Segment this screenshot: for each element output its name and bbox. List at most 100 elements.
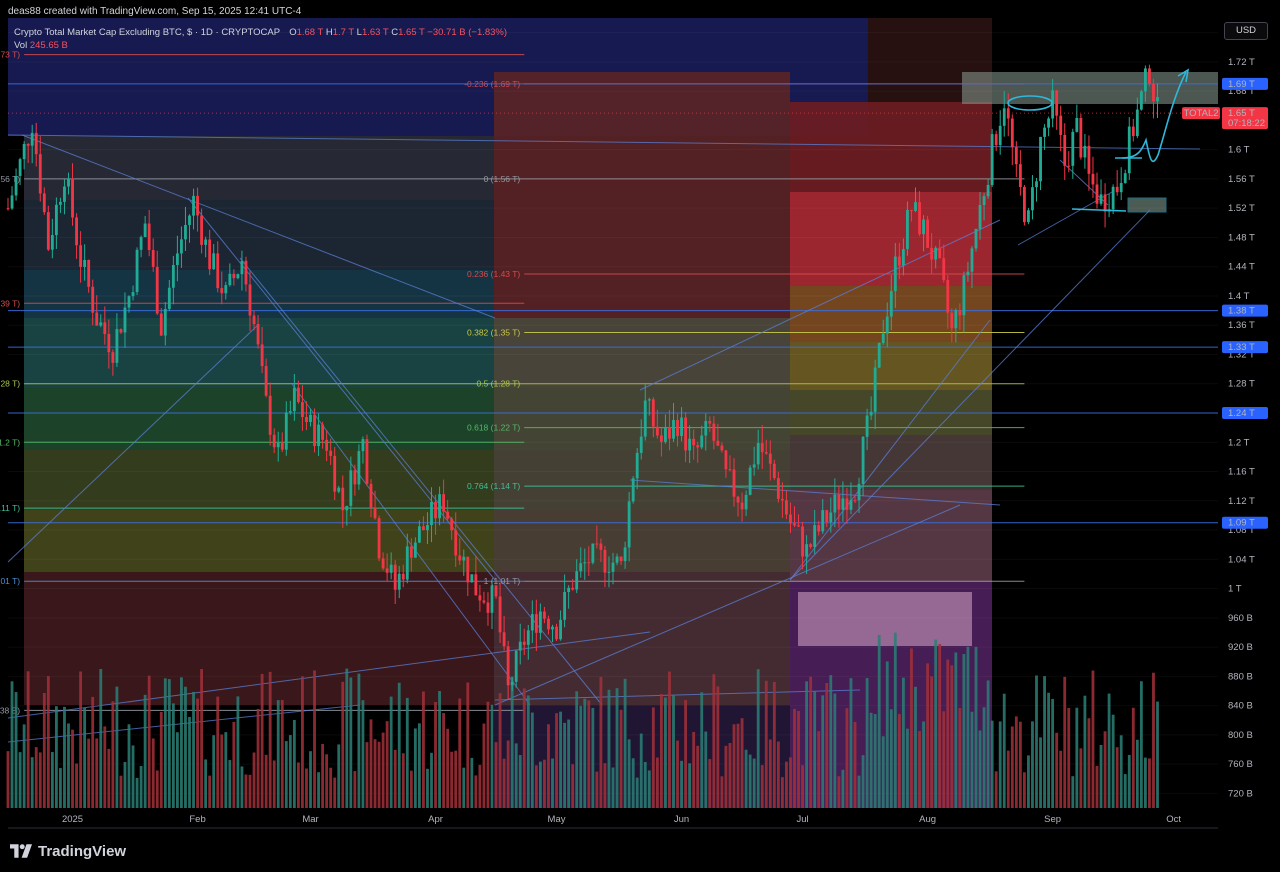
volume-bar-137 [559,711,562,808]
volume-bar-57 [236,696,240,808]
candle-body-258 [1047,118,1051,128]
candle-body-125 [510,681,514,686]
volume-bar-13 [59,768,62,808]
volume-bar-161 [655,757,659,808]
volume-bar-100 [409,770,413,808]
volume-bar-150 [611,767,615,808]
candle-body-147 [599,543,603,550]
volume-bar-81 [333,777,337,808]
candle-body-196 [797,525,800,527]
candle-body-217 [881,333,885,343]
candle-body-99 [405,546,409,580]
candle-body-139 [567,587,571,592]
volume-legend[interactable]: Vol 245.65 B [14,40,68,51]
price-tick-12: 1.2 T [1228,437,1250,448]
volume-bar-71 [292,720,296,808]
time-axis: 2025 Feb Mar Apr May Jun Jul Aug Sep Oct [0,808,1280,830]
candle-body-77 [317,424,320,447]
volume-bar-108 [442,713,446,808]
volume-bar-157 [639,733,643,808]
symbol-title[interactable]: Crypto Total Market Cap Excluding BTC, $… [14,27,280,38]
volume-bar-264 [1071,776,1075,808]
volume-bar-154 [627,739,631,808]
tradingview-logo[interactable]: TradingView [10,842,126,860]
volume-bar-202 [821,695,825,808]
candle-body-153 [623,547,627,562]
candle-body-128 [522,641,526,645]
candle-body-189 [768,453,772,464]
volume-bar-273 [1107,693,1111,808]
volume-bar-260 [1055,732,1059,808]
volume-bar-69 [284,741,288,808]
candle-body-158 [643,400,647,437]
volume-bar-253 [1027,755,1030,808]
volume-bar-168 [684,700,688,808]
candle-body-202 [821,510,825,532]
candle-body-164 [668,427,671,439]
volume-bar-22 [95,738,99,808]
candle-body-211 [857,483,861,501]
volume-bar-277 [1123,774,1127,808]
candle-body-268 [1087,145,1091,174]
candle-body-143 [583,562,587,564]
candle-body-60 [248,284,252,316]
candle-body-136 [555,626,558,640]
candle-body-84 [345,505,349,511]
price-tick-21: 840 B [1228,701,1253,712]
fib-right-label-1: 0 (1.56 T) [484,174,521,184]
zone-left-band-0 [24,136,494,200]
candle-body-198 [805,544,809,557]
candle-body-165 [672,419,675,439]
volume-bar-239 [970,711,974,808]
volume-bar-175 [712,674,716,808]
candle-body-219 [889,291,893,317]
candle-body-251 [1018,164,1022,187]
candle-body-35 [147,223,151,251]
candle-body-152 [619,556,623,562]
symbol-legend[interactable]: Crypto Total Market Cap Excluding BTC, $… [14,27,507,38]
volume-bar-179 [728,743,732,808]
currency-button[interactable]: USD [1224,22,1268,40]
candle-body-179 [728,469,732,471]
candle-body-25 [107,333,111,353]
volume-bar-2 [14,692,18,808]
volume-bar-91 [373,739,377,808]
volume-bar-177 [720,776,724,808]
candle-body-279 [1131,126,1135,137]
candle-body-246 [998,125,1002,146]
volume-bar-160 [651,707,655,808]
price-tick-7: 1.44 T [1228,262,1255,273]
candle-body-186 [756,443,760,465]
volume-bar-176 [716,686,720,808]
price-chart[interactable]: -0.236 (1.73 T) 0 (1.56 T) 0.236 (1.39 T) 0… [0,0,1280,872]
candle-body-157 [639,436,643,453]
candle-body-169 [688,438,692,451]
candle-body-67 [276,443,280,448]
candle-body-203 [825,510,829,523]
volume-bar-251 [1018,721,1022,808]
volume-bar-62 [256,708,260,808]
volume-bar-86 [353,771,357,808]
candle-body-30 [127,296,131,308]
candle-body-85 [349,470,353,506]
candle-body-232 [942,258,946,281]
candle-body-138 [563,591,567,620]
level-tag-0: 1.69 T [1228,79,1255,90]
candle-body-131 [534,614,538,633]
volume-bar-77 [317,772,320,808]
volume-bar-96 [393,749,397,808]
candle-body-59 [244,260,248,285]
volume-bar-159 [647,770,651,808]
level-tag-2: 1.38 T [1228,306,1255,317]
volume-bar-124 [506,740,510,808]
volume-bar-221 [897,714,901,808]
volume-bar-254 [1031,721,1034,808]
volume-bar-3 [18,752,22,808]
candle-body-260 [1055,90,1059,116]
candle-body-277 [1123,173,1127,184]
candle-body-93 [381,558,385,569]
volume-bar-165 [672,695,675,808]
volume-bar-101 [413,728,417,808]
volume-bar-50 [208,775,212,808]
volume-bar-204 [829,675,833,808]
